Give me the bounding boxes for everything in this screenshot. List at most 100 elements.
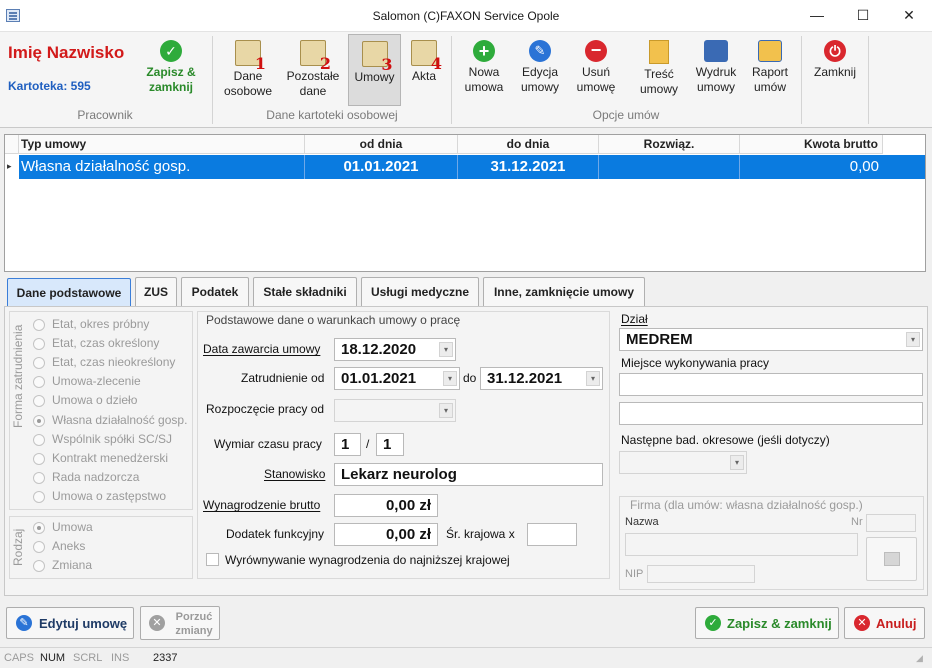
- radio-button-icon[interactable]: [33, 471, 45, 484]
- check-icon: ✓: [160, 40, 182, 62]
- akta-button[interactable]: 4 Akta: [404, 34, 444, 106]
- wymiar-a-field[interactable]: 1: [334, 433, 361, 456]
- radio-button-icon[interactable]: [33, 414, 45, 427]
- rodzaj-radio-label: Aneks: [52, 539, 86, 553]
- wynagrodzenie-field[interactable]: 0,00 zł: [334, 494, 438, 517]
- chevron-down-icon[interactable]: ▾: [443, 371, 457, 386]
- tab-uslugi-medyczne[interactable]: Usługi medyczne: [361, 277, 479, 306]
- data-zawarcia-field[interactable]: 18.12.2020 ▾: [334, 338, 456, 361]
- wymiar-separator: /: [366, 437, 370, 451]
- zatrudnienie-do-field[interactable]: 31.12.2021 ▾: [480, 367, 603, 390]
- radio-button-icon[interactable]: [33, 338, 45, 351]
- forma-radio-label: Umowa o dzieło: [52, 393, 138, 408]
- nowa-umowa-button[interactable]: + Nowa umowa: [458, 34, 510, 106]
- usun-umowe-button[interactable]: − Usuń umowę: [570, 34, 622, 106]
- chevron-down-icon[interactable]: ▾: [906, 332, 920, 347]
- id-card-icon: 3: [361, 41, 393, 73]
- miejsce-field-2[interactable]: [619, 402, 923, 425]
- document-icon: [649, 40, 669, 64]
- zatrudnienie-od-field[interactable]: 01.01.2021 ▾: [334, 367, 460, 390]
- radio-button-icon[interactable]: [33, 433, 45, 446]
- cell-od: 01.01.2021: [305, 155, 458, 179]
- grid-header-typ[interactable]: Typ umowy: [19, 135, 305, 154]
- cancel-icon: ✕: [854, 615, 870, 631]
- grid-header-do[interactable]: do dnia: [458, 135, 599, 154]
- zamknij-button[interactable]: ⏻ Zamknij: [810, 34, 860, 106]
- id-card-icon: 2: [300, 40, 331, 72]
- badania-field[interactable]: ▾: [619, 451, 747, 474]
- rozpoczecie-field[interactable]: ▾: [334, 399, 456, 422]
- forma-radio-label: Etat, okres próbny: [52, 317, 150, 331]
- pencil-icon: ✎: [529, 40, 551, 62]
- dzial-label: Dział: [621, 312, 648, 326]
- nr-label: Nr: [851, 516, 863, 528]
- plus-icon: +: [473, 40, 495, 62]
- umowy-button[interactable]: 3 Umowy: [348, 34, 401, 106]
- wydruk-umowy-button[interactable]: Wydruk umowy: [690, 34, 742, 106]
- chevron-down-icon[interactable]: ▾: [439, 403, 453, 418]
- title-bar: Salomon (C)FAXON Service Opole — ☐ ✕: [0, 0, 932, 32]
- edycja-umowy-button[interactable]: ✎ Edycja umowy: [514, 34, 566, 106]
- minus-icon: −: [585, 40, 607, 62]
- tab-podatek[interactable]: Podatek: [181, 277, 249, 306]
- zatrudnienie-od-label: Zatrudnienie od: [241, 371, 325, 385]
- contracts-grid[interactable]: Typ umowy od dnia do dnia Rozwiąz. Kwota…: [4, 134, 926, 272]
- edytuj-umowe-button[interactable]: ✎ Edytuj umowę: [6, 607, 134, 639]
- dane-osobowe-button[interactable]: 1 Dane osobowe: [220, 34, 276, 106]
- miejsce-field-1[interactable]: [619, 373, 923, 396]
- nip-field[interactable]: [647, 565, 755, 583]
- scrl-indicator: SCRL: [73, 652, 103, 664]
- grid-header-od[interactable]: od dnia: [305, 135, 458, 154]
- tab-stale-skladniki[interactable]: Stałe składniki: [253, 277, 357, 306]
- chevron-down-icon[interactable]: ▾: [586, 371, 600, 386]
- pozostale-dane-button[interactable]: 2 Pozostałe dane: [282, 34, 344, 106]
- dzial-field[interactable]: MEDREM ▾: [619, 328, 923, 351]
- cell-rozwiaz: [599, 155, 740, 179]
- raport-umow-button[interactable]: Raport umów: [746, 34, 794, 106]
- firma-legend: Firma (dla umów: własna działalność gosp…: [630, 498, 863, 512]
- tab-inne-zamkniecie[interactable]: Inne, zamknięcie umowy: [483, 277, 645, 306]
- nazwa-field[interactable]: [625, 533, 858, 556]
- forma-radio-label: Rada nadzorcza: [52, 469, 140, 484]
- sr-krajowa-field[interactable]: [527, 523, 577, 546]
- caps-indicator: CAPS: [4, 652, 34, 664]
- porzuc-zmiany-button[interactable]: ✕ Porzuć zmiany: [140, 606, 220, 640]
- anuluj-button[interactable]: ✕ Anuluj: [844, 607, 925, 639]
- wymiar-b-field[interactable]: 1: [376, 433, 404, 456]
- forma-radio-label: Wspólnik spółki SC/SJ: [52, 431, 173, 446]
- tab-zus[interactable]: ZUS: [135, 277, 177, 306]
- chevron-down-icon[interactable]: ▾: [730, 455, 744, 470]
- radio-button-icon[interactable]: [33, 490, 45, 503]
- grid-header-rozwiaz[interactable]: Rozwiąz.: [599, 135, 740, 154]
- dodatek-field[interactable]: 0,00 zł: [334, 523, 438, 546]
- close-window-button[interactable]: ✕: [886, 0, 932, 32]
- radio-button-icon[interactable]: [33, 452, 45, 465]
- minimize-button[interactable]: —: [794, 0, 840, 32]
- ribbon-separator: [212, 36, 213, 124]
- maximize-button[interactable]: ☐: [840, 0, 886, 32]
- resize-grip-icon[interactable]: ◢: [916, 653, 923, 664]
- ribbon-separator: [868, 36, 869, 124]
- radio-button-icon[interactable]: [33, 319, 45, 331]
- window-title: Salomon (C)FAXON Service Opole: [372, 9, 560, 23]
- pencil-icon: ✎: [16, 615, 32, 631]
- forma-radio-label: Umowa o zastępstwo: [52, 488, 167, 503]
- wymiar-label: Wymiar czasu pracy: [214, 437, 322, 451]
- grid-header-kwota[interactable]: Kwota brutto: [740, 135, 883, 154]
- warunki-legend: Podstawowe dane o warunkach umowy o prac…: [206, 313, 461, 327]
- tab-dane-podstawowe[interactable]: Dane podstawowe: [7, 278, 131, 308]
- zapisz-zamknij-button[interactable]: ✓ Zapisz & zamknij: [695, 607, 839, 639]
- forma-radio-label: Etat, czas nieokreślony: [52, 355, 176, 370]
- chevron-down-icon[interactable]: ▾: [439, 342, 453, 357]
- tresc-umowy-button[interactable]: Treść umowy: [634, 34, 684, 106]
- firma-lookup-button[interactable]: [866, 537, 917, 581]
- save-close-ribbon-button[interactable]: ✓ Zapisz & zamknij: [136, 34, 206, 106]
- data-zawarcia-label: Data zawarcia umowy: [203, 342, 321, 356]
- radio-button-icon[interactable]: [33, 522, 45, 534]
- radio-button-icon[interactable]: [33, 560, 45, 572]
- wyrownywanie-checkbox[interactable]: [206, 553, 219, 566]
- sr-krajowa-label: Śr. krajowa x: [446, 527, 515, 541]
- stanowisko-field[interactable]: Lekarz neurolog: [334, 463, 603, 486]
- nr-field[interactable]: [866, 514, 916, 532]
- radio-button-icon[interactable]: [33, 541, 45, 553]
